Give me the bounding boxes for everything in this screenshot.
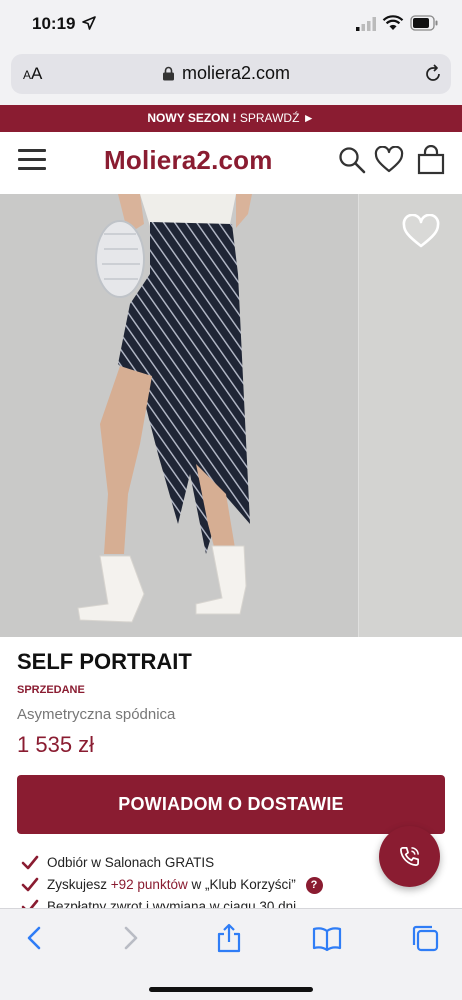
product-name: Asymetryczna spódnica xyxy=(17,706,176,723)
wishlist-heart-icon[interactable] xyxy=(402,214,440,250)
browser-toolbar xyxy=(0,908,462,1000)
site-logo[interactable]: Moliera2.com xyxy=(104,145,273,176)
address-bar[interactable]: AA moliera2.com xyxy=(11,54,451,94)
benefit-item: Odbiór w Salonach GRATIS xyxy=(17,852,377,874)
location-arrow-icon xyxy=(82,16,96,30)
bookmarks-icon[interactable] xyxy=(312,923,342,953)
check-icon xyxy=(21,877,39,892)
help-icon[interactable]: ? xyxy=(305,876,323,894)
wifi-icon xyxy=(382,15,404,30)
status-bar: 10:19 xyxy=(0,0,462,48)
status-time: 10:19 xyxy=(32,14,76,33)
back-icon[interactable] xyxy=(20,923,50,953)
benefit-text-suffix: w „Klub Korzyści” xyxy=(187,877,296,892)
tabs-icon[interactable] xyxy=(410,923,440,953)
call-button[interactable] xyxy=(379,826,440,887)
promo-banner[interactable]: NOWY SEZON ! SPRAWDŹ ► xyxy=(0,105,462,132)
loyalty-points: +92 punktów xyxy=(110,877,188,892)
benefit-item: Zyskujesz +92 punktów w „Klub Korzyści” … xyxy=(17,874,377,896)
url-text[interactable]: moliera2.com xyxy=(182,63,290,84)
next-product-image-peek[interactable] xyxy=(358,194,462,637)
reload-icon[interactable] xyxy=(423,64,443,84)
benefit-text: Odbiór w Salonach GRATIS xyxy=(47,855,215,870)
home-indicator xyxy=(149,987,313,992)
text-size-button[interactable]: AA xyxy=(23,64,42,84)
battery-icon xyxy=(410,15,438,31)
browser-address-area: AA moliera2.com xyxy=(0,48,462,105)
sold-out-label: SPRZEDANE xyxy=(17,684,85,696)
share-icon[interactable] xyxy=(214,923,244,953)
menu-icon[interactable] xyxy=(18,149,46,171)
product-image[interactable] xyxy=(0,194,462,637)
forward-icon[interactable] xyxy=(115,923,145,953)
notify-delivery-button[interactable]: POWIADOM O DOSTAWIE xyxy=(17,775,445,834)
heart-icon[interactable] xyxy=(374,146,404,174)
promo-link[interactable]: SPRAWDŹ ► xyxy=(240,111,315,125)
phone-icon xyxy=(400,847,419,866)
product-brand[interactable]: SELF PORTRAIT xyxy=(17,649,192,675)
search-icon[interactable] xyxy=(338,146,366,174)
product-photo-illustration xyxy=(0,194,358,637)
promo-title: NOWY SEZON ! xyxy=(147,111,237,125)
benefit-text-prefix: Zyskujesz xyxy=(47,877,111,892)
bag-icon[interactable] xyxy=(417,145,445,175)
signal-icon xyxy=(356,17,376,31)
lock-icon xyxy=(163,66,174,81)
product-price: 1 535 zł xyxy=(17,732,95,757)
site-header: Moliera2.com xyxy=(0,132,462,194)
check-icon xyxy=(21,855,39,870)
